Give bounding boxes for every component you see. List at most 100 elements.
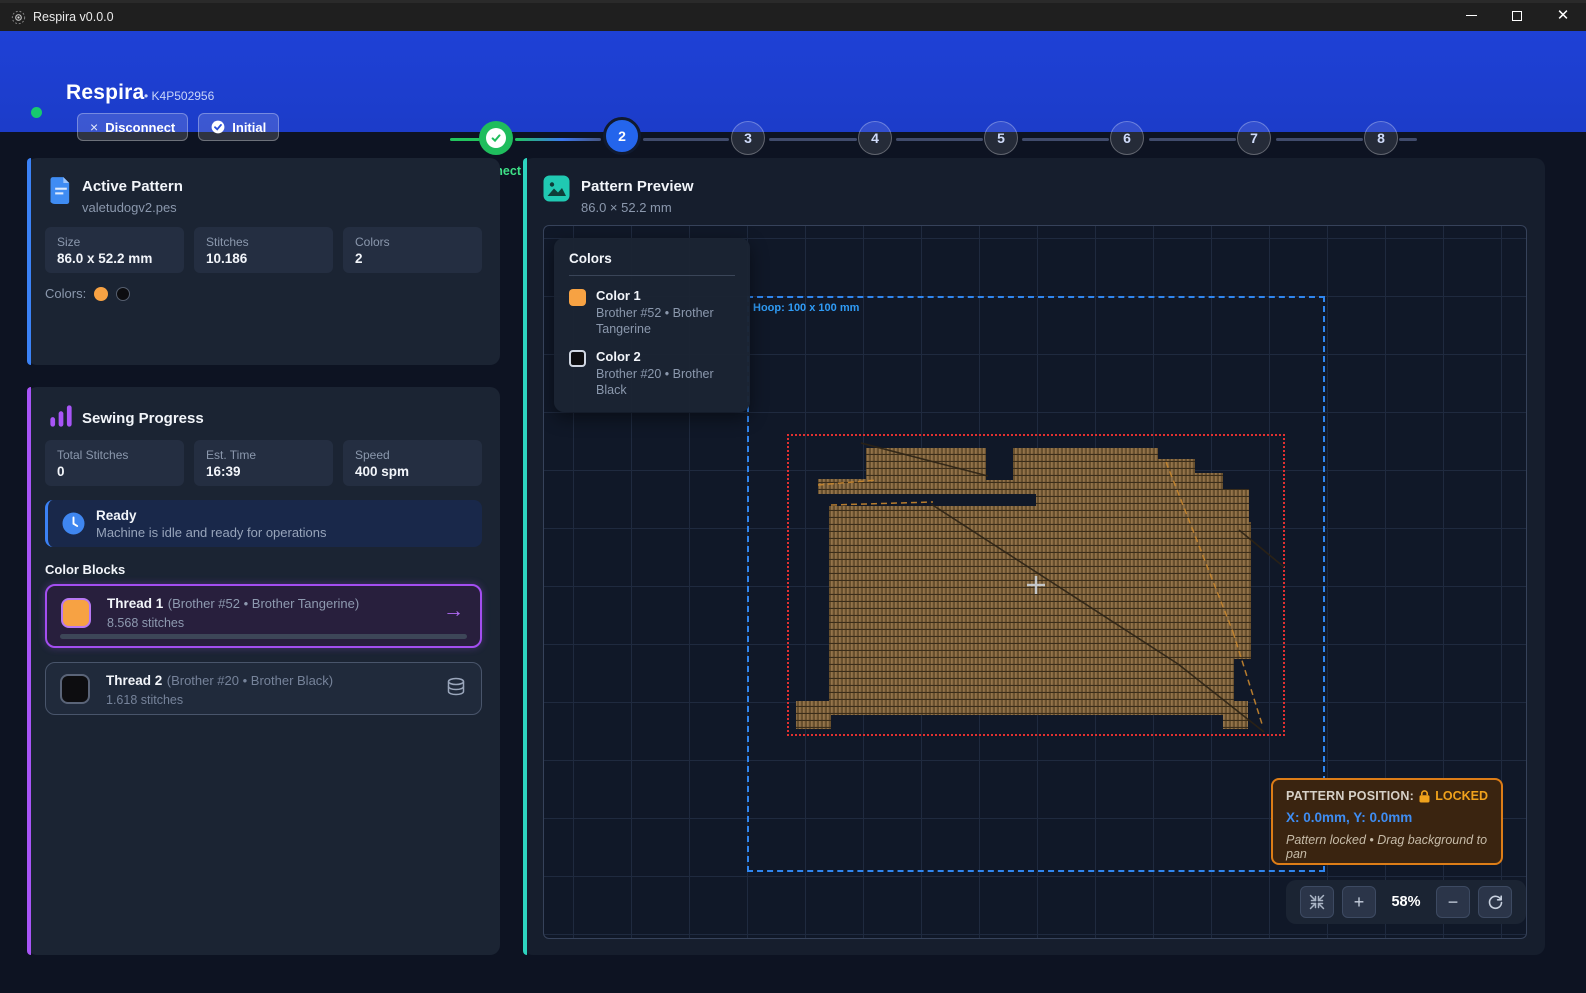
active-pattern-card: Active Pattern valetudogv2.pes Size 86.0… bbox=[27, 158, 500, 365]
step-circle: 8 bbox=[1364, 121, 1398, 155]
card-title: Sewing Progress bbox=[82, 410, 204, 427]
fit-view-icon bbox=[1309, 894, 1325, 910]
stat-speed: Speed 400 spm bbox=[343, 440, 482, 486]
pattern-dimensions: 86.0 × 52.2 mm bbox=[581, 200, 672, 215]
titlebar: Respira v0.0.0 ✕ bbox=[0, 0, 1586, 31]
app-window: Respira v0.0.0 ✕ Respira • K4P502956 × D… bbox=[0, 0, 1586, 993]
hoop-label: Hoop: 100 x 100 mm bbox=[753, 302, 859, 314]
colors-label: Colors: bbox=[45, 286, 86, 301]
stat-est-time: Est. Time 16:39 bbox=[194, 440, 333, 486]
thread-2-swatch bbox=[60, 674, 90, 704]
machine-serial: • K4P502956 bbox=[144, 89, 214, 103]
fit-view-button[interactable] bbox=[1300, 886, 1334, 918]
pattern-preview-card: Pattern Preview 86.0 × 52.2 mm Hoop: 100… bbox=[523, 158, 1545, 955]
zoom-level: 58% bbox=[1384, 894, 1428, 910]
stat-colors: Colors 2 bbox=[343, 227, 482, 273]
legend-name: Color 2 bbox=[596, 349, 735, 364]
color-blocks-heading: Color Blocks bbox=[45, 562, 125, 577]
lock-status-badge: LOCKED bbox=[1419, 789, 1488, 803]
bar-chart-icon bbox=[49, 403, 73, 429]
colors-legend-panel: Colors Color 1 Brother #52 • Brother Tan… bbox=[554, 238, 750, 412]
thread-stitch-count: 8.568 stitches bbox=[107, 616, 359, 630]
disconnect-button[interactable]: × Disconnect bbox=[77, 113, 188, 141]
close-icon: ✕ bbox=[1557, 8, 1570, 23]
legend-entry-color-1: Color 1 Brother #52 • Brother Tangerine bbox=[569, 288, 735, 337]
legend-entry-color-2: Color 2 Brother #20 • Brother Black bbox=[569, 349, 735, 398]
position-hint: Pattern locked • Drag background to pan bbox=[1286, 833, 1488, 861]
legend-detail: Brother #20 • Brother Black bbox=[596, 367, 735, 398]
maximize-icon bbox=[1512, 11, 1522, 21]
connection-status-dot bbox=[31, 107, 42, 118]
maximize-button[interactable] bbox=[1494, 0, 1540, 31]
sewing-progress-card: Sewing Progress Total Stitches 0 Est. Ti… bbox=[27, 387, 500, 955]
zoom-toolbar: + 58% − bbox=[1286, 880, 1526, 924]
thread-detail: (Brother #20 • Brother Black) bbox=[167, 673, 333, 688]
card-title: Pattern Preview bbox=[581, 178, 694, 195]
zoom-in-button[interactable]: + bbox=[1342, 886, 1376, 918]
lock-icon bbox=[1419, 790, 1430, 803]
minus-icon: − bbox=[1448, 892, 1459, 913]
thread-name: Thread 1 bbox=[107, 596, 163, 611]
arrow-right-icon: → bbox=[443, 599, 464, 623]
status-description: Machine is idle and ready for operations bbox=[96, 525, 327, 540]
image-icon bbox=[543, 175, 570, 202]
minimize-button[interactable] bbox=[1448, 0, 1494, 31]
close-x-icon: × bbox=[90, 119, 98, 135]
serial-separator: • bbox=[144, 89, 148, 103]
stitch-pattern[interactable] bbox=[787, 434, 1285, 736]
app-icon bbox=[11, 10, 26, 25]
file-icon bbox=[49, 176, 73, 204]
lock-status-label: LOCKED bbox=[1435, 789, 1488, 803]
legend-name: Color 1 bbox=[596, 288, 731, 303]
thread-progress-track bbox=[60, 634, 467, 639]
card-accent-edge bbox=[523, 158, 527, 955]
pattern-position-overlay: PATTERN POSITION: LOCKED X: 0.0mm, Y: 0.… bbox=[1271, 778, 1503, 865]
plus-icon: + bbox=[1354, 892, 1365, 913]
reset-view-icon bbox=[1487, 894, 1504, 911]
stat-size: Size 86.0 x 52.2 mm bbox=[45, 227, 184, 273]
thread-name: Thread 2 bbox=[106, 673, 162, 688]
step-circle: 5 bbox=[984, 121, 1018, 155]
thread-stitch-count: 1.618 stitches bbox=[106, 693, 333, 707]
thread-block-2[interactable]: Thread 2 (Brother #20 • Brother Black) 1… bbox=[45, 662, 482, 715]
thread-1-swatch bbox=[61, 598, 91, 628]
brand-title: Respira bbox=[66, 81, 144, 105]
color-swatch-1 bbox=[94, 287, 108, 301]
check-circle-icon bbox=[211, 120, 225, 134]
thread-detail: (Brother #52 • Brother Tangerine) bbox=[168, 596, 359, 611]
status-title: Ready bbox=[96, 508, 137, 523]
thread-block-1[interactable]: Thread 1 (Brother #52 • Brother Tangerin… bbox=[45, 584, 482, 648]
position-title: PATTERN POSITION: bbox=[1286, 789, 1414, 803]
card-title: Active Pattern bbox=[82, 178, 183, 195]
legend-detail: Brother #52 • Brother Tangerine bbox=[596, 306, 731, 337]
clock-icon bbox=[62, 512, 85, 535]
minimize-icon bbox=[1466, 15, 1477, 17]
card-accent-edge bbox=[27, 158, 31, 365]
preview-canvas[interactable]: Hoop: 100 x 100 mm bbox=[543, 225, 1527, 939]
reset-view-button[interactable] bbox=[1478, 886, 1512, 918]
step-circle: 7 bbox=[1237, 121, 1271, 155]
step-circle: 3 bbox=[731, 121, 765, 155]
machine-status-banner: Ready Machine is idle and ready for oper… bbox=[45, 500, 482, 547]
layers-icon bbox=[446, 677, 466, 697]
legend-swatch-1 bbox=[569, 289, 586, 306]
color-swatch-2 bbox=[116, 287, 130, 301]
position-coordinates: X: 0.0mm, Y: 0.0mm bbox=[1286, 810, 1488, 825]
close-button[interactable]: ✕ bbox=[1540, 0, 1586, 31]
header: Respira • K4P502956 × Disconnect Initial bbox=[0, 31, 1586, 132]
serial-value: K4P502956 bbox=[152, 89, 215, 103]
disconnect-label: Disconnect bbox=[105, 120, 175, 135]
window-title: Respira v0.0.0 bbox=[33, 10, 114, 24]
zoom-out-button[interactable]: − bbox=[1436, 886, 1470, 918]
stat-total-stitches: Total Stitches 0 bbox=[45, 440, 184, 486]
pattern-filename: valetudogv2.pes bbox=[82, 200, 177, 215]
stat-stitches: Stitches 10.186 bbox=[194, 227, 333, 273]
step-circle bbox=[479, 121, 513, 155]
initial-button[interactable]: Initial bbox=[198, 113, 279, 141]
step-circle: 4 bbox=[858, 121, 892, 155]
step-circle: 6 bbox=[1110, 121, 1144, 155]
card-accent-edge bbox=[27, 387, 31, 955]
step-circle: 2 bbox=[603, 117, 641, 155]
legend-swatch-2 bbox=[569, 350, 586, 367]
check-icon bbox=[490, 132, 502, 144]
